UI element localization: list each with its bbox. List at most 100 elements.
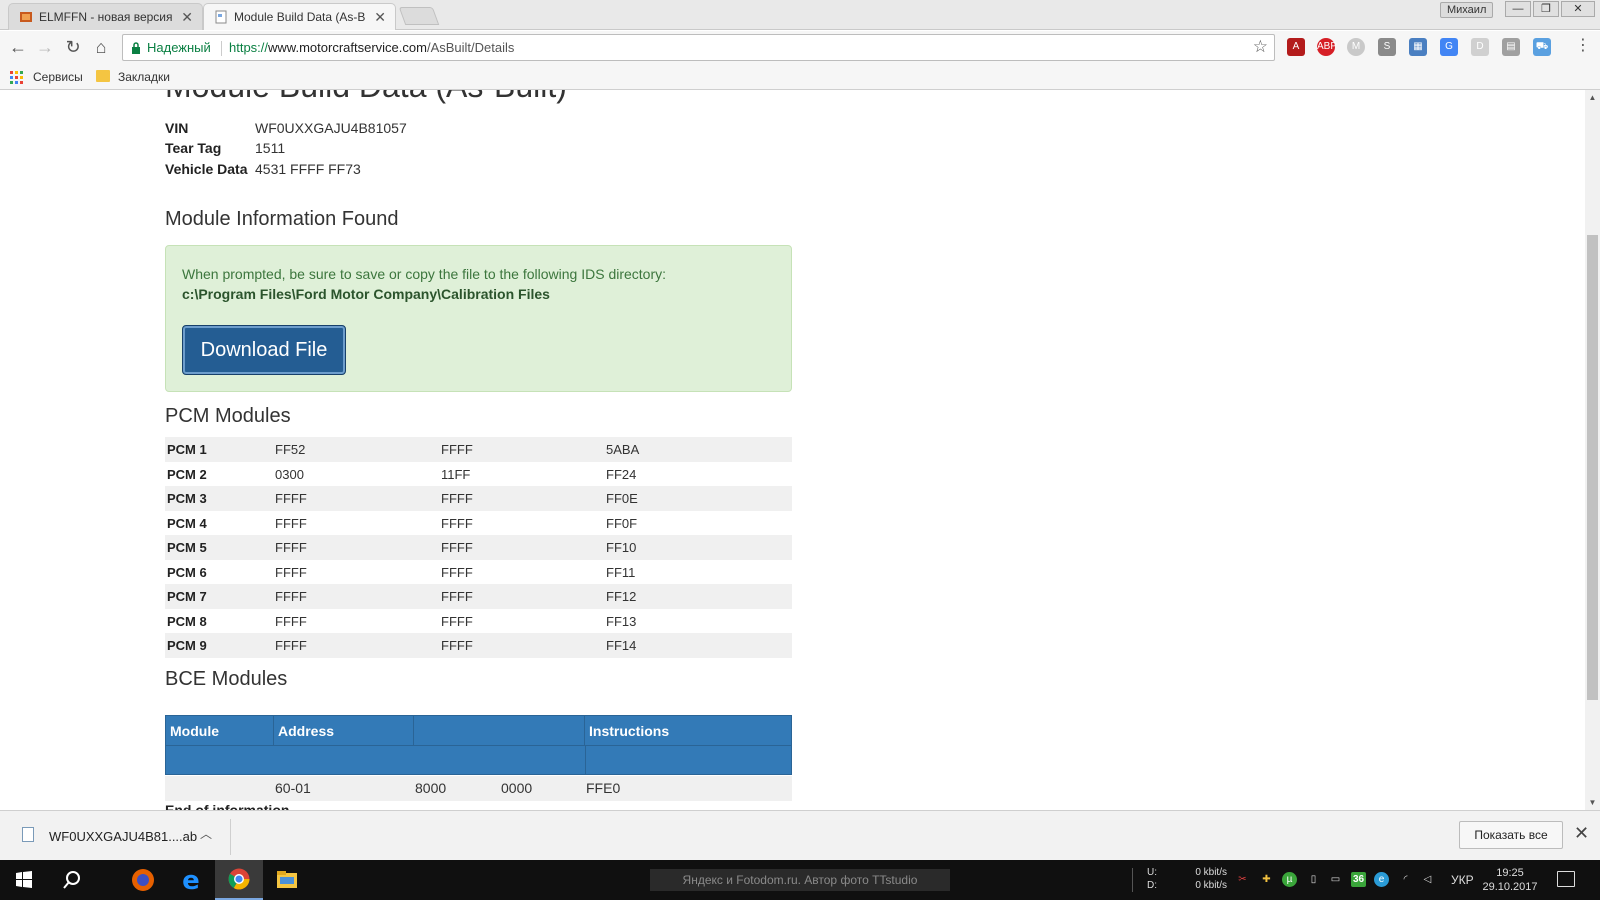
- info-alert: When prompted, be sure to save or copy t…: [165, 245, 792, 392]
- pcm-module-value: FFFF: [275, 589, 307, 604]
- download-file-button[interactable]: Download File: [182, 325, 346, 375]
- bookmark-services[interactable]: Сервисы: [33, 65, 83, 89]
- pcm-table-row: PCM 6 FFFF FFFF FF11: [165, 560, 792, 585]
- file-explorer-icon[interactable]: [263, 860, 311, 900]
- chrome-icon[interactable]: [215, 860, 263, 900]
- language-indicator[interactable]: УКР: [1451, 860, 1474, 900]
- scrollbar-thumb[interactable]: [1587, 235, 1598, 700]
- pcm-module-value: FFFF: [275, 540, 307, 555]
- url-text[interactable]: https://www.motorcraftservice.com/AsBuil…: [229, 35, 514, 61]
- speaker-icon[interactable]: ◁: [1420, 872, 1435, 887]
- upload-rate: 0 kbit/s: [1195, 867, 1227, 878]
- bookmarks-bar: Сервисы Закладки: [0, 65, 1600, 90]
- restore-icon[interactable]: ❐: [1533, 1, 1559, 17]
- notification-center-icon[interactable]: [1557, 871, 1575, 887]
- system-clock[interactable]: 19:25 29.10.2017: [1481, 866, 1539, 894]
- pcm-module-value: FFFF: [275, 613, 307, 629]
- bookmark-star-icon[interactable]: ☆: [1253, 37, 1268, 57]
- forward-arrow-icon[interactable]: →: [33, 36, 57, 60]
- stats-extension-icon[interactable]: ▤: [1502, 38, 1520, 56]
- counter-tray-icon[interactable]: 36: [1351, 872, 1366, 887]
- m-extension-icon[interactable]: M: [1347, 38, 1365, 56]
- alert-text: When prompted, be sure to save or copy t…: [182, 266, 667, 282]
- usb-tray-icon[interactable]: ▯: [1306, 872, 1321, 887]
- pcm-module-value: FFFF: [441, 515, 473, 531]
- pdf-extension-icon[interactable]: A: [1287, 38, 1305, 56]
- home-icon[interactable]: ⌂: [89, 36, 113, 60]
- pcm-module-value: FFFF: [441, 638, 473, 653]
- id-extension-icon[interactable]: D: [1471, 38, 1489, 56]
- tools-tray-icon[interactable]: ✂: [1235, 872, 1250, 887]
- bce-cell-value: 0000: [501, 780, 533, 796]
- minimize-icon[interactable]: —: [1505, 1, 1531, 17]
- bce-title: BCE Modules: [165, 668, 288, 690]
- pcm-module-name: PCM 6: [167, 564, 207, 580]
- pcm-module-value: FFFF: [441, 589, 473, 604]
- clock-date: 29.10.2017: [1482, 881, 1538, 893]
- new-tab-button[interactable]: [398, 7, 440, 25]
- pcm-module-value: FFFF: [441, 491, 473, 506]
- pcm-module-value: FF0E: [606, 491, 638, 506]
- cart-extension-icon[interactable]: ⛟: [1533, 38, 1551, 56]
- pcm-module-value: FF14: [606, 638, 637, 653]
- pcm-module-value: FF13: [606, 613, 637, 629]
- vertical-scrollbar[interactable]: ▲ ▼: [1585, 90, 1600, 810]
- profile-button[interactable]: Михаил: [1440, 2, 1494, 18]
- pcm-module-value: FFFF: [441, 442, 473, 457]
- shield-tray-icon[interactable]: ✚: [1259, 872, 1274, 887]
- s-extension-icon[interactable]: S: [1378, 38, 1396, 56]
- battery-tray-icon[interactable]: ▭: [1328, 872, 1343, 887]
- url-path: /AsBuilt/Details: [426, 40, 515, 55]
- download-filename[interactable]: WF0UXXGAJU4B81....ab: [49, 811, 197, 863]
- page-favicon-icon: [215, 10, 227, 24]
- pcm-module-value: 11FF: [441, 466, 471, 482]
- scroll-up-arrow-icon[interactable]: ▲: [1585, 90, 1600, 105]
- translate-extension-icon[interactable]: G: [1440, 38, 1458, 56]
- vin-value: WF0UXXGAJU4B81057: [255, 120, 407, 136]
- skype-tray-icon[interactable]: e: [1374, 872, 1389, 887]
- pcm-module-name: PCM 7: [167, 589, 207, 604]
- bce-table-row: 60-01 8000 0000 FFE0: [165, 776, 792, 801]
- windows-start-icon[interactable]: [0, 860, 48, 900]
- search-icon[interactable]: [48, 860, 96, 900]
- chevron-up-icon[interactable]: ︿: [200, 825, 212, 842]
- bookmark-folder[interactable]: Закладки: [118, 65, 170, 89]
- secure-label: Надежный: [147, 40, 211, 55]
- download-label: D:: [1147, 880, 1157, 891]
- edge-icon[interactable]: e: [167, 860, 215, 900]
- window-close-icon[interactable]: ✕: [1561, 1, 1595, 17]
- address-bar[interactable]: Надежный https://www.motorcraftservice.c…: [122, 34, 1275, 61]
- gift-extension-icon[interactable]: ▦: [1409, 38, 1427, 56]
- lock-icon: [132, 42, 140, 54]
- adblock-extension-icon[interactable]: ABP: [1317, 38, 1337, 56]
- show-all-downloads-button[interactable]: Показать все: [1459, 821, 1563, 849]
- pcm-module-value: FF52: [275, 442, 306, 457]
- pcm-module-value: FFFF: [275, 564, 307, 580]
- wifi-icon[interactable]: ◜: [1398, 872, 1413, 887]
- tab-module-build-data[interactable]: Module Build Data (As-B ✕: [203, 3, 396, 30]
- utorrent-tray-icon[interactable]: µ: [1282, 872, 1297, 887]
- pcm-module-value: FFFF: [441, 564, 473, 580]
- firefox-icon[interactable]: [119, 860, 167, 900]
- pcm-module-name: PCM 9: [167, 638, 207, 653]
- bce-header-instructions: Instructions: [589, 723, 670, 739]
- pcm-table-row: PCM 9 FFFF FFFF FF14: [165, 633, 792, 658]
- scroll-down-arrow-icon[interactable]: ▼: [1585, 795, 1600, 810]
- pcm-table-row: PCM 4 FFFF FFFF FF0F: [165, 511, 792, 536]
- tear-tag-value: 1511: [255, 140, 286, 156]
- end-of-information: End of information: [165, 802, 290, 810]
- menu-dots-icon[interactable]: ⋮: [1575, 37, 1591, 57]
- vin-label: VIN: [165, 120, 189, 136]
- close-icon[interactable]: ✕: [374, 4, 386, 30]
- upload-label: U:: [1147, 867, 1157, 878]
- close-icon[interactable]: ✕: [181, 4, 193, 30]
- pcm-module-value: 5ABA: [606, 442, 640, 457]
- tab-elmffn[interactable]: ELMFFN - новая версия ✕: [8, 3, 203, 30]
- bce-header-module: Module: [166, 716, 274, 746]
- bce-header-divider: [166, 745, 791, 746]
- apps-grid-icon[interactable]: [10, 71, 23, 84]
- back-arrow-icon[interactable]: ←: [6, 36, 30, 60]
- close-icon[interactable]: ✕: [1574, 823, 1589, 844]
- pcm-module-value: 0300: [275, 466, 304, 482]
- reload-icon[interactable]: ↻: [61, 36, 85, 60]
